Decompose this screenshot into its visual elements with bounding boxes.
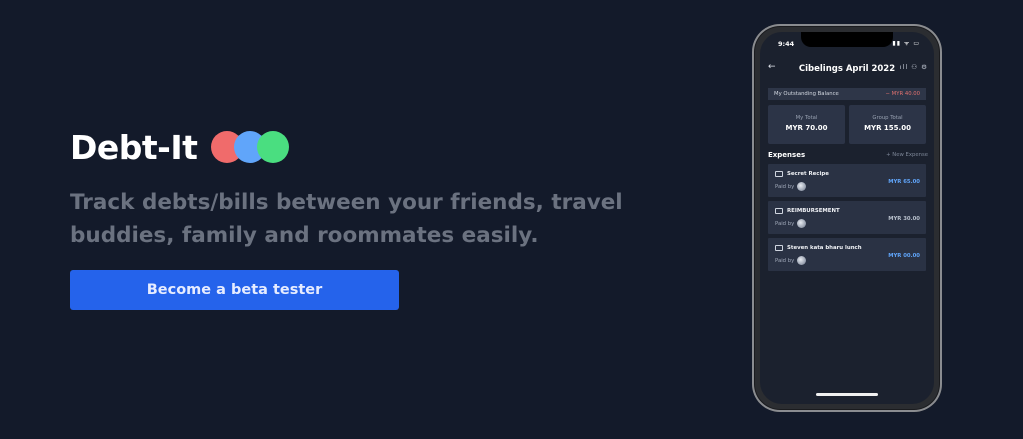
- phone-mockup: 9:44 ▮▮ ᯤ ▭ ← Cibelings April 2022 ıll ⚇…: [752, 24, 942, 412]
- totals-cards: My Total MYR 70.00 Group Total MYR 155.0…: [768, 105, 926, 144]
- expenses-header: Expenses + New Expense: [768, 151, 928, 161]
- receipt-icon: [775, 245, 783, 251]
- green-dot-icon: [257, 131, 290, 163]
- balance-value: − MYR 40.00: [885, 91, 920, 97]
- expense-item[interactable]: Secret Recipe Paid by MYR 65.00: [768, 164, 926, 197]
- card-value: MYR 155.00: [864, 124, 911, 132]
- paid-by-label: Paid by: [775, 184, 795, 190]
- brand-logo-dots: [211, 130, 291, 164]
- status-bar-icons: ▮▮ ᯤ ▭: [892, 40, 920, 47]
- card-label: My Total: [795, 115, 818, 121]
- balance-label: My Outstanding Balance: [774, 91, 839, 97]
- expense-name: REIMBURSEMENT: [787, 208, 840, 214]
- home-indicator: [816, 393, 878, 396]
- status-time: 9:44: [778, 40, 795, 48]
- tagline: Track debts/bills between your friends, …: [70, 190, 623, 248]
- brand: Debt-It: [70, 127, 710, 167]
- outstanding-balance-row: My Outstanding Balance − MYR 40.00: [768, 88, 926, 100]
- new-expense-button[interactable]: + New Expense: [886, 152, 928, 158]
- receipt-icon: [775, 171, 783, 177]
- card-label: Group Total: [872, 115, 903, 121]
- phone-notch: [801, 32, 893, 47]
- group-total-card: Group Total MYR 155.00: [849, 105, 926, 144]
- expense-item[interactable]: Steven kata bharu lunch Paid by MYR 00.0…: [768, 238, 926, 271]
- phone-screen: 9:44 ▮▮ ᯤ ▭ ← Cibelings April 2022 ıll ⚇…: [760, 32, 934, 404]
- brand-title: Debt-It: [70, 127, 198, 167]
- expense-item[interactable]: REIMBURSEMENT Paid by MYR 30.00: [768, 201, 926, 234]
- become-beta-tester-button[interactable]: Become a beta tester: [70, 270, 399, 310]
- expense-amount: MYR 30.00: [888, 216, 920, 222]
- paid-by-label: Paid by: [775, 221, 795, 227]
- expense-amount: MYR 00.00: [888, 253, 920, 259]
- avatar: [797, 219, 806, 228]
- avatar: [797, 182, 806, 191]
- expense-name: Secret Recipe: [787, 171, 829, 177]
- expense-name: Steven kata bharu lunch: [787, 245, 862, 251]
- avatar: [797, 256, 806, 265]
- my-total-card: My Total MYR 70.00: [768, 105, 845, 144]
- expenses-title: Expenses: [768, 151, 806, 159]
- paid-by-label: Paid by: [775, 258, 795, 264]
- nav-action-icons[interactable]: ıll ⚇ ⚙: [900, 63, 928, 71]
- app-nav-bar: ← Cibelings April 2022 ıll ⚇ ⚙: [760, 62, 934, 78]
- hero-section: Debt-It Track debts/bills between your f…: [70, 127, 710, 310]
- receipt-icon: [775, 208, 783, 214]
- expense-amount: MYR 65.00: [888, 179, 920, 185]
- card-value: MYR 70.00: [785, 124, 828, 132]
